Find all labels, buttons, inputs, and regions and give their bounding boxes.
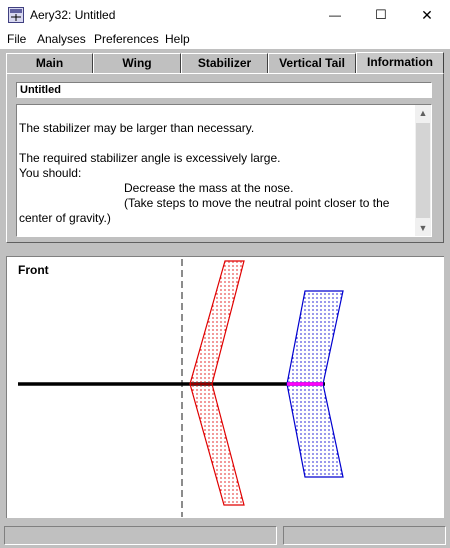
tab-wing[interactable]: Wing: [93, 53, 181, 73]
information-text-box[interactable]: The stabilizer may be larger than necess…: [16, 104, 432, 237]
info-line: (Take steps to move the neutral point cl…: [124, 196, 390, 210]
minimize-button[interactable]: —: [312, 0, 358, 30]
status-bar: [0, 523, 450, 548]
status-panel-right: [283, 526, 446, 545]
document-name-field: Untitled: [16, 82, 432, 98]
chevron-up-icon[interactable]: ▲: [415, 105, 431, 121]
maximize-icon: ☐: [375, 7, 387, 22]
menu-file[interactable]: File: [7, 32, 26, 46]
minimize-icon: —: [329, 8, 341, 22]
menu-bar: File Analyses Preferences Help: [0, 30, 450, 49]
document-name: Untitled: [20, 84, 61, 96]
front-view-drawing: [18, 259, 344, 517]
vertical-scrollbar[interactable]: ▲ ▼: [415, 105, 431, 236]
tab-information[interactable]: Information: [356, 52, 444, 74]
menu-analyses[interactable]: Analyses: [37, 32, 86, 46]
menu-help[interactable]: Help: [165, 32, 190, 46]
chevron-down-icon[interactable]: ▼: [415, 220, 431, 236]
close-button[interactable]: ✕: [404, 0, 450, 30]
tab-stabilizer[interactable]: Stabilizer: [181, 53, 268, 73]
info-line: You should:: [19, 166, 82, 180]
info-line: center of gravity.): [19, 211, 111, 225]
maximize-button[interactable]: ☐: [358, 0, 404, 30]
aircraft-app-icon[interactable]: [8, 7, 24, 23]
front-view-plot: Front: [6, 256, 444, 518]
info-line: The required stabilizer angle is excessi…: [19, 151, 281, 165]
tab-main[interactable]: Main: [6, 53, 93, 73]
menu-preferences[interactable]: Preferences: [94, 32, 159, 46]
info-line: Decrease the mass at the nose.: [124, 181, 294, 195]
status-panel-left: [4, 526, 277, 545]
close-icon: ✕: [421, 6, 433, 23]
tab-vertical-tail[interactable]: Vertical Tail: [268, 53, 356, 73]
window-title: Aery32: Untitled: [30, 8, 116, 22]
title-bar: Aery32: Untitled — ☐ ✕: [0, 0, 450, 30]
view-label: Front: [18, 263, 49, 277]
info-line: The stabilizer may be larger than necess…: [19, 121, 255, 135]
scrollbar-thumb[interactable]: [416, 123, 430, 218]
